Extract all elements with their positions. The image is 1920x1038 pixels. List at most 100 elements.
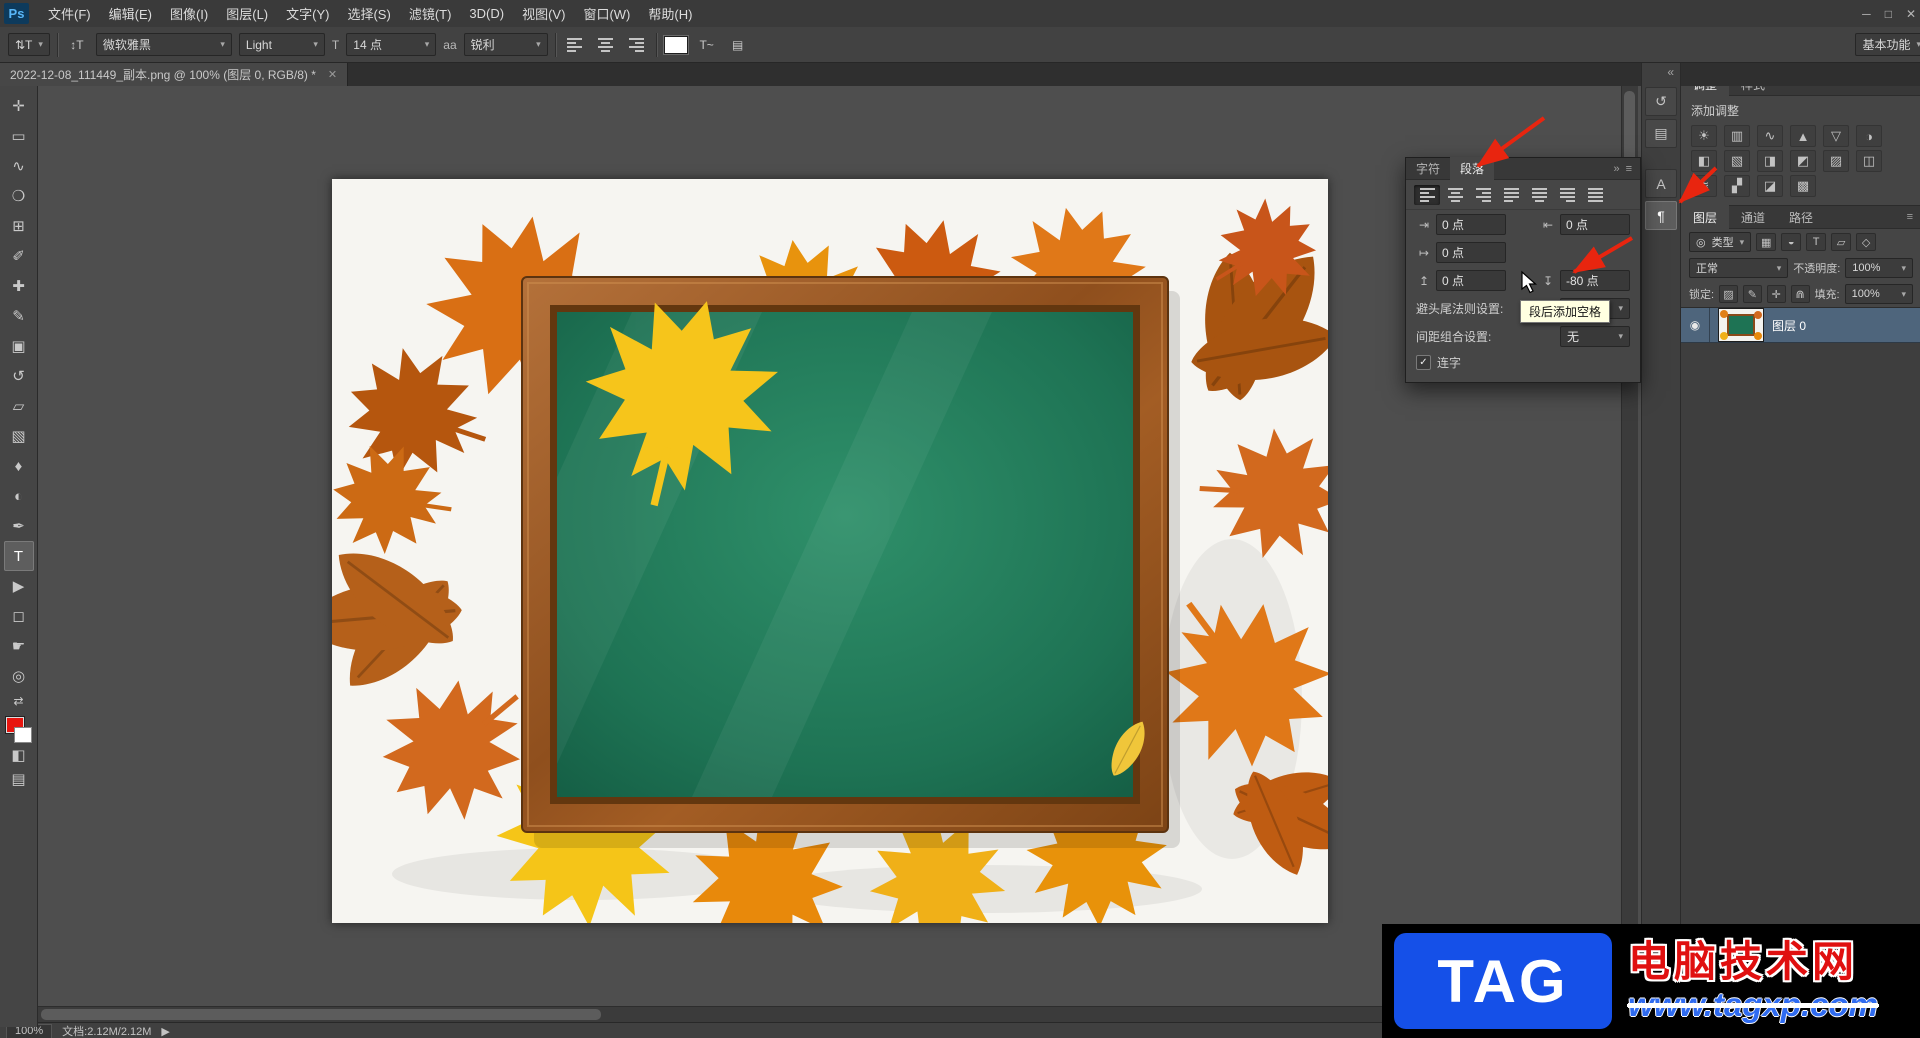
adjustment-icon[interactable]: ◫ [1856, 150, 1882, 172]
align-left-button[interactable] [1414, 185, 1440, 205]
screen-mode-button[interactable]: ▤ [4, 767, 34, 791]
type-tool[interactable]: T [3, 541, 34, 571]
align-right-button[interactable] [625, 34, 649, 56]
adjustment-icon[interactable]: ☀ [1691, 125, 1717, 147]
font-size-select[interactable]: 14 点 ▾ [346, 33, 437, 56]
indent-right-field[interactable]: ⇤ 0 点 [1540, 214, 1630, 235]
hyphenate-checkbox[interactable]: ✓ [1416, 355, 1431, 370]
warp-text-button[interactable]: T~ [695, 34, 719, 56]
menu-select[interactable]: 选择(S) [338, 0, 399, 28]
zoom-tool[interactable]: ◎ [4, 661, 34, 691]
adjustment-icon[interactable]: ∿ [1757, 125, 1783, 147]
adjustment-icon[interactable]: ≋ [1691, 175, 1717, 197]
menu-type[interactable]: 文字(Y) [277, 0, 338, 28]
close-window-button[interactable]: ✕ [1906, 7, 1916, 21]
healing-brush-tool[interactable]: ✚ [4, 271, 34, 301]
shape-tool[interactable]: ◻ [4, 601, 34, 631]
tab-paragraph[interactable]: 段落 [1450, 157, 1495, 180]
menu-view[interactable]: 视图(V) [513, 0, 574, 28]
menu-file[interactable]: 文件(F) [39, 0, 100, 28]
document-tab[interactable]: 2022-12-08_111449_副本.png @ 100% (图层 0, R… [0, 62, 349, 86]
mojikumi-select[interactable]: 无 ▾ [1560, 326, 1630, 347]
justify-last-center-button[interactable] [1526, 185, 1552, 205]
align-left-button[interactable] [563, 34, 587, 56]
swap-colors-icon[interactable]: ⇄ [4, 691, 34, 711]
minimize-button[interactable]: ─ [1862, 7, 1871, 21]
fill-field[interactable]: 100% ▾ [1844, 284, 1913, 304]
lock-transparency-icon[interactable]: ▨ [1719, 285, 1738, 303]
adjustment-icon[interactable]: ▧ [1724, 150, 1750, 172]
space-after-value[interactable]: -80 点 [1560, 270, 1630, 291]
blur-tool[interactable]: ♦ [4, 451, 34, 481]
filter-adjustment-layers-icon[interactable]: ◒ [1781, 233, 1802, 251]
quick-mask-button[interactable]: ◧ [4, 743, 34, 767]
opacity-field[interactable]: 100% ▾ [1845, 258, 1913, 278]
first-line-indent-value[interactable]: 0 点 [1436, 242, 1506, 263]
adjustment-icon[interactable]: ▲ [1790, 125, 1816, 147]
lock-pixels-icon[interactable]: ✎ [1742, 285, 1762, 303]
space-after-field[interactable]: ↧ -80 点 [1540, 270, 1630, 291]
adjustment-icon[interactable]: ◪ [1757, 175, 1783, 197]
font-family-select[interactable]: 微软雅黑 ▾ [95, 33, 232, 56]
align-right-button[interactable] [1470, 185, 1496, 205]
menu-window[interactable]: 窗口(W) [574, 0, 639, 28]
workspace-switcher[interactable]: 基本功能 ▾ [1855, 33, 1920, 56]
hand-tool[interactable]: ☛ [4, 631, 34, 661]
adjustment-icon[interactable]: ▽ [1823, 125, 1849, 147]
adjustment-icon[interactable]: ◑ [1856, 125, 1882, 147]
maximize-button[interactable]: □ [1885, 7, 1892, 21]
filter-shape-layers-icon[interactable]: ▱ [1831, 233, 1852, 251]
menu-layer[interactable]: 图层(L) [217, 0, 277, 28]
menu-edit[interactable]: 编辑(E) [100, 0, 161, 28]
justify-last-left-button[interactable] [1498, 185, 1524, 205]
tab-paths[interactable]: 路径 [1777, 205, 1825, 230]
history-panel-icon[interactable]: ↺ [1645, 87, 1677, 116]
collapse-dock-icon[interactable]: « [1667, 65, 1680, 79]
filter-pixel-layers-icon[interactable]: ▦ [1756, 233, 1777, 251]
crop-tool[interactable]: ⊞ [4, 211, 34, 241]
align-center-button[interactable] [594, 34, 618, 56]
text-color-swatch[interactable] [663, 35, 688, 54]
marquee-tool[interactable]: ▭ [4, 121, 34, 151]
align-center-button[interactable] [1442, 185, 1468, 205]
adjustment-icon[interactable]: ▨ [1823, 150, 1849, 172]
paragraph-panel-icon[interactable]: ¶ [1645, 201, 1677, 230]
move-tool[interactable]: ✛ [4, 91, 34, 121]
toggle-panels-button[interactable]: ▤ [726, 34, 750, 56]
first-line-indent-field[interactable]: ↦ 0 点 [1416, 242, 1506, 263]
tool-preset-picker[interactable]: ⇅T ▾ [8, 33, 50, 56]
space-before-value[interactable]: 0 点 [1436, 270, 1506, 291]
layer-thumbnail[interactable] [1718, 308, 1764, 342]
menu-image[interactable]: 图像(I) [161, 0, 217, 28]
character-panel-icon[interactable]: A [1645, 169, 1677, 198]
panel-menu-icon[interactable]: ≡ [1624, 163, 1640, 175]
menu-help[interactable]: 帮助(H) [639, 0, 701, 28]
more-panels-icon[interactable]: » [1609, 163, 1623, 175]
properties-panel-icon[interactable]: ▤ [1645, 119, 1677, 148]
lasso-tool[interactable]: ∿ [4, 151, 34, 181]
tab-channels[interactable]: 通道 [1729, 205, 1777, 230]
adjustment-icon[interactable]: ▥ [1724, 125, 1750, 147]
clone-stamp-tool[interactable]: ▣ [4, 331, 34, 361]
adjustment-icon[interactable]: ◩ [1790, 150, 1816, 172]
menu-3d[interactable]: 3D(D) [460, 1, 513, 26]
font-style-select[interactable]: Light ▾ [238, 33, 325, 56]
quick-selection-tool[interactable]: ❍ [4, 181, 34, 211]
menu-filter[interactable]: 滤镜(T) [400, 0, 461, 28]
horizontal-scroll-thumb[interactable] [41, 1009, 601, 1020]
brush-tool[interactable]: ✎ [4, 301, 34, 331]
pen-tool[interactable]: ✒ [4, 511, 34, 541]
indent-left-field[interactable]: ⇥ 0 点 [1416, 214, 1506, 235]
filter-type-layers-icon[interactable]: T [1806, 233, 1827, 251]
gradient-tool[interactable]: ▧ [4, 421, 34, 451]
adjustment-icon[interactable]: ▩ [1790, 175, 1816, 197]
history-brush-tool[interactable]: ↺ [4, 361, 34, 391]
eraser-tool[interactable]: ▱ [4, 391, 34, 421]
lock-all-icon[interactable]: ⋒ [1790, 285, 1810, 303]
lock-position-icon[interactable]: ✛ [1766, 285, 1786, 303]
eyedropper-tool[interactable]: ✐ [4, 241, 34, 271]
document-canvas[interactable] [332, 179, 1328, 923]
adjustment-icon[interactable]: ◧ [1691, 150, 1717, 172]
status-options-icon[interactable]: ▶ [161, 1025, 169, 1038]
adjustment-icon[interactable]: ◨ [1757, 150, 1783, 172]
